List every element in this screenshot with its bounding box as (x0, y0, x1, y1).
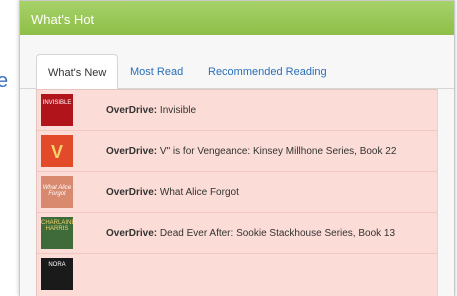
tab-whats-new[interactable]: What's New (36, 54, 119, 90)
item-title-link[interactable]: What Alice Forgot (160, 187, 239, 198)
cover-text: INVISIBLE (42, 100, 72, 106)
list-item[interactable]: NORA (37, 254, 437, 294)
book-cover[interactable]: CHARLAINE HARRIS (41, 217, 73, 249)
cover-text: CHARLAINE HARRIS (41, 220, 73, 232)
item-source: OverDrive: (106, 105, 158, 116)
background-partial-text: e (0, 70, 9, 92)
cover-text: What Alice Forgot (42, 185, 72, 197)
item-title-link[interactable]: V" is for Vengeance: Kinsey Millhone Ser… (160, 146, 396, 157)
book-cover[interactable]: V (41, 135, 73, 167)
item-title-link[interactable]: Dead Ever After: Sookie Stackhouse Serie… (160, 228, 395, 239)
list-item[interactable]: CHARLAINE HARRIS OverDrive: Dead Ever Af… (37, 213, 437, 254)
title-list: INVISIBLE OverDrive: Invisible V OverDri… (36, 89, 438, 296)
list-item[interactable]: V OverDrive: V" is for Vengeance: Kinsey… (37, 131, 437, 172)
whats-hot-widget: What's Hot What's New Most Read Recommen… (19, 0, 455, 296)
book-cover[interactable]: NORA (41, 258, 73, 290)
item-source: OverDrive: (106, 146, 158, 157)
cover-text: NORA (48, 262, 66, 268)
cover-text: V (50, 142, 63, 162)
list-item[interactable]: What Alice Forgot OverDrive: What Alice … (37, 172, 437, 213)
tab-bar: What's New Most Read Recommended Reading (20, 54, 454, 90)
list-item[interactable]: INVISIBLE OverDrive: Invisible (37, 90, 437, 131)
book-cover[interactable]: INVISIBLE (41, 94, 73, 126)
item-source: OverDrive: (106, 187, 158, 198)
book-cover[interactable]: What Alice Forgot (41, 176, 73, 208)
item-title-link[interactable]: Invisible (160, 105, 196, 116)
item-source: OverDrive: (106, 228, 158, 239)
widget-title: What's Hot (20, 1, 454, 35)
tab-most-read[interactable]: Most Read (130, 54, 183, 88)
tab-recommended-reading[interactable]: Recommended Reading (208, 54, 327, 88)
